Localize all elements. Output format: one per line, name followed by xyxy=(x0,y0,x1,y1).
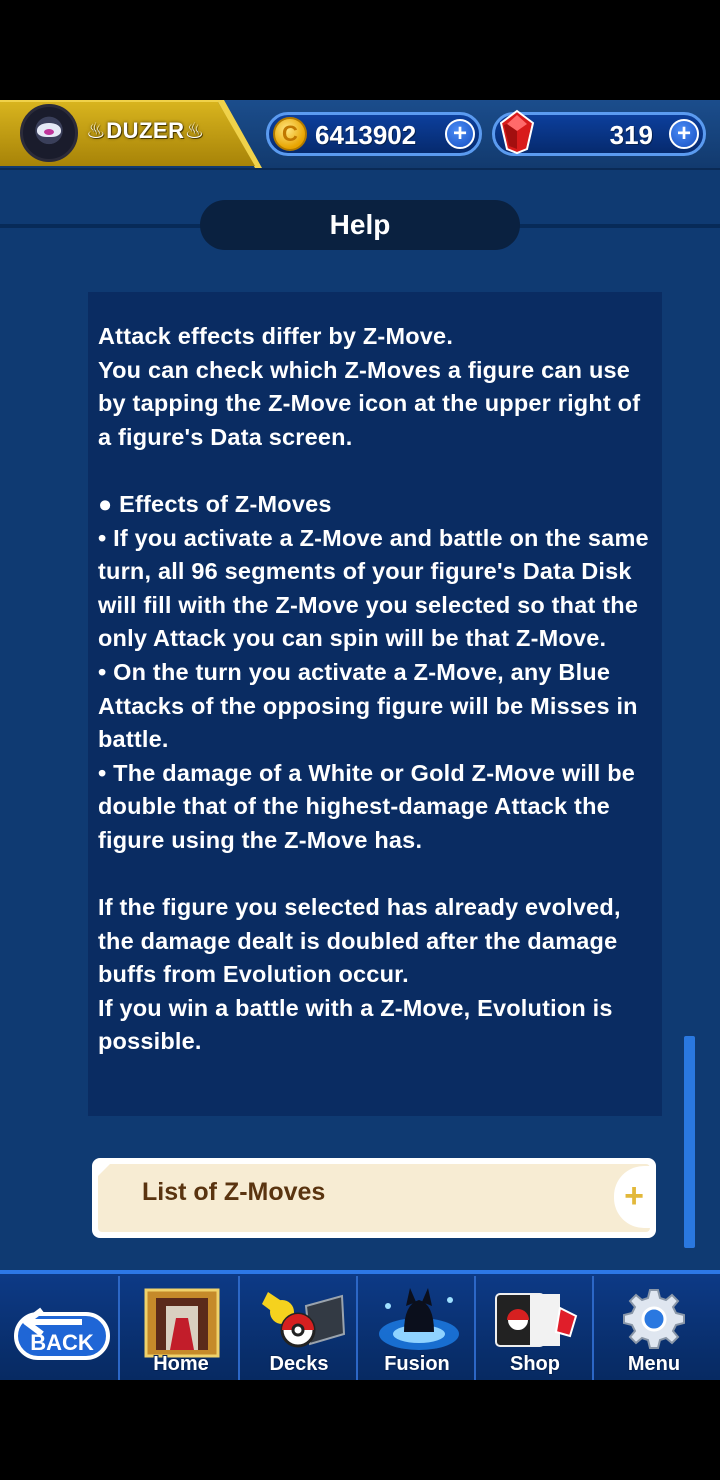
nav-shop-label: Shop xyxy=(510,1353,560,1375)
nav-decks[interactable]: Decks xyxy=(242,1276,358,1380)
nav-fusion[interactable]: Fusion xyxy=(360,1276,476,1380)
gem-icon xyxy=(499,109,535,155)
coin-balance: C 6413902 + xyxy=(266,112,482,156)
help-screen: ♨DUZER♨ C 6413902 + 319 + Help Attack ef… xyxy=(0,100,720,1380)
gem-balance: 319 + xyxy=(492,109,706,156)
nav-fusion-label: Fusion xyxy=(384,1353,450,1375)
home-icon xyxy=(144,1288,220,1358)
fusion-icon xyxy=(379,1288,459,1350)
add-coins-button[interactable]: + xyxy=(445,119,475,149)
player-avatar[interactable] xyxy=(20,104,78,162)
shop-icon xyxy=(495,1293,578,1347)
gear-icon xyxy=(623,1289,685,1349)
nav-shop[interactable]: Shop xyxy=(478,1276,594,1380)
gem-amount: 319 xyxy=(609,120,653,150)
bottom-nav: BACK Home Decks Fusion Shop Menu xyxy=(0,1270,720,1380)
nav-menu[interactable]: Menu xyxy=(596,1276,712,1380)
top-bar: ♨DUZER♨ C 6413902 + 319 + xyxy=(0,100,720,170)
back-arrow-icon: BACK xyxy=(14,1307,110,1360)
back-label: BACK xyxy=(30,1330,94,1355)
list-button-label: List of Z-Moves xyxy=(142,1178,326,1206)
help-body-text: Attack effects differ by Z-Move. You can… xyxy=(98,323,649,1055)
nav-decks-label: Decks xyxy=(269,1353,329,1375)
add-gems-button[interactable]: + xyxy=(669,119,699,149)
page-title: Help xyxy=(200,200,520,250)
nav-menu-label: Menu xyxy=(627,1353,681,1375)
nav-home[interactable]: Home xyxy=(124,1276,240,1380)
coin-icon: C xyxy=(273,117,307,151)
decks-icon xyxy=(262,1292,346,1348)
player-name: ♨DUZER♨ xyxy=(86,118,205,143)
nav-back[interactable]: BACK xyxy=(4,1276,120,1380)
scrollbar[interactable] xyxy=(684,1036,695,1248)
coin-amount: 6413902 xyxy=(315,120,417,150)
nav-home-label: Home xyxy=(153,1353,209,1375)
list-of-z-moves-button[interactable]: List of Z-Moves + xyxy=(92,1158,656,1238)
help-content-panel[interactable]: Attack effects differ by Z-Move. You can… xyxy=(88,292,662,1116)
